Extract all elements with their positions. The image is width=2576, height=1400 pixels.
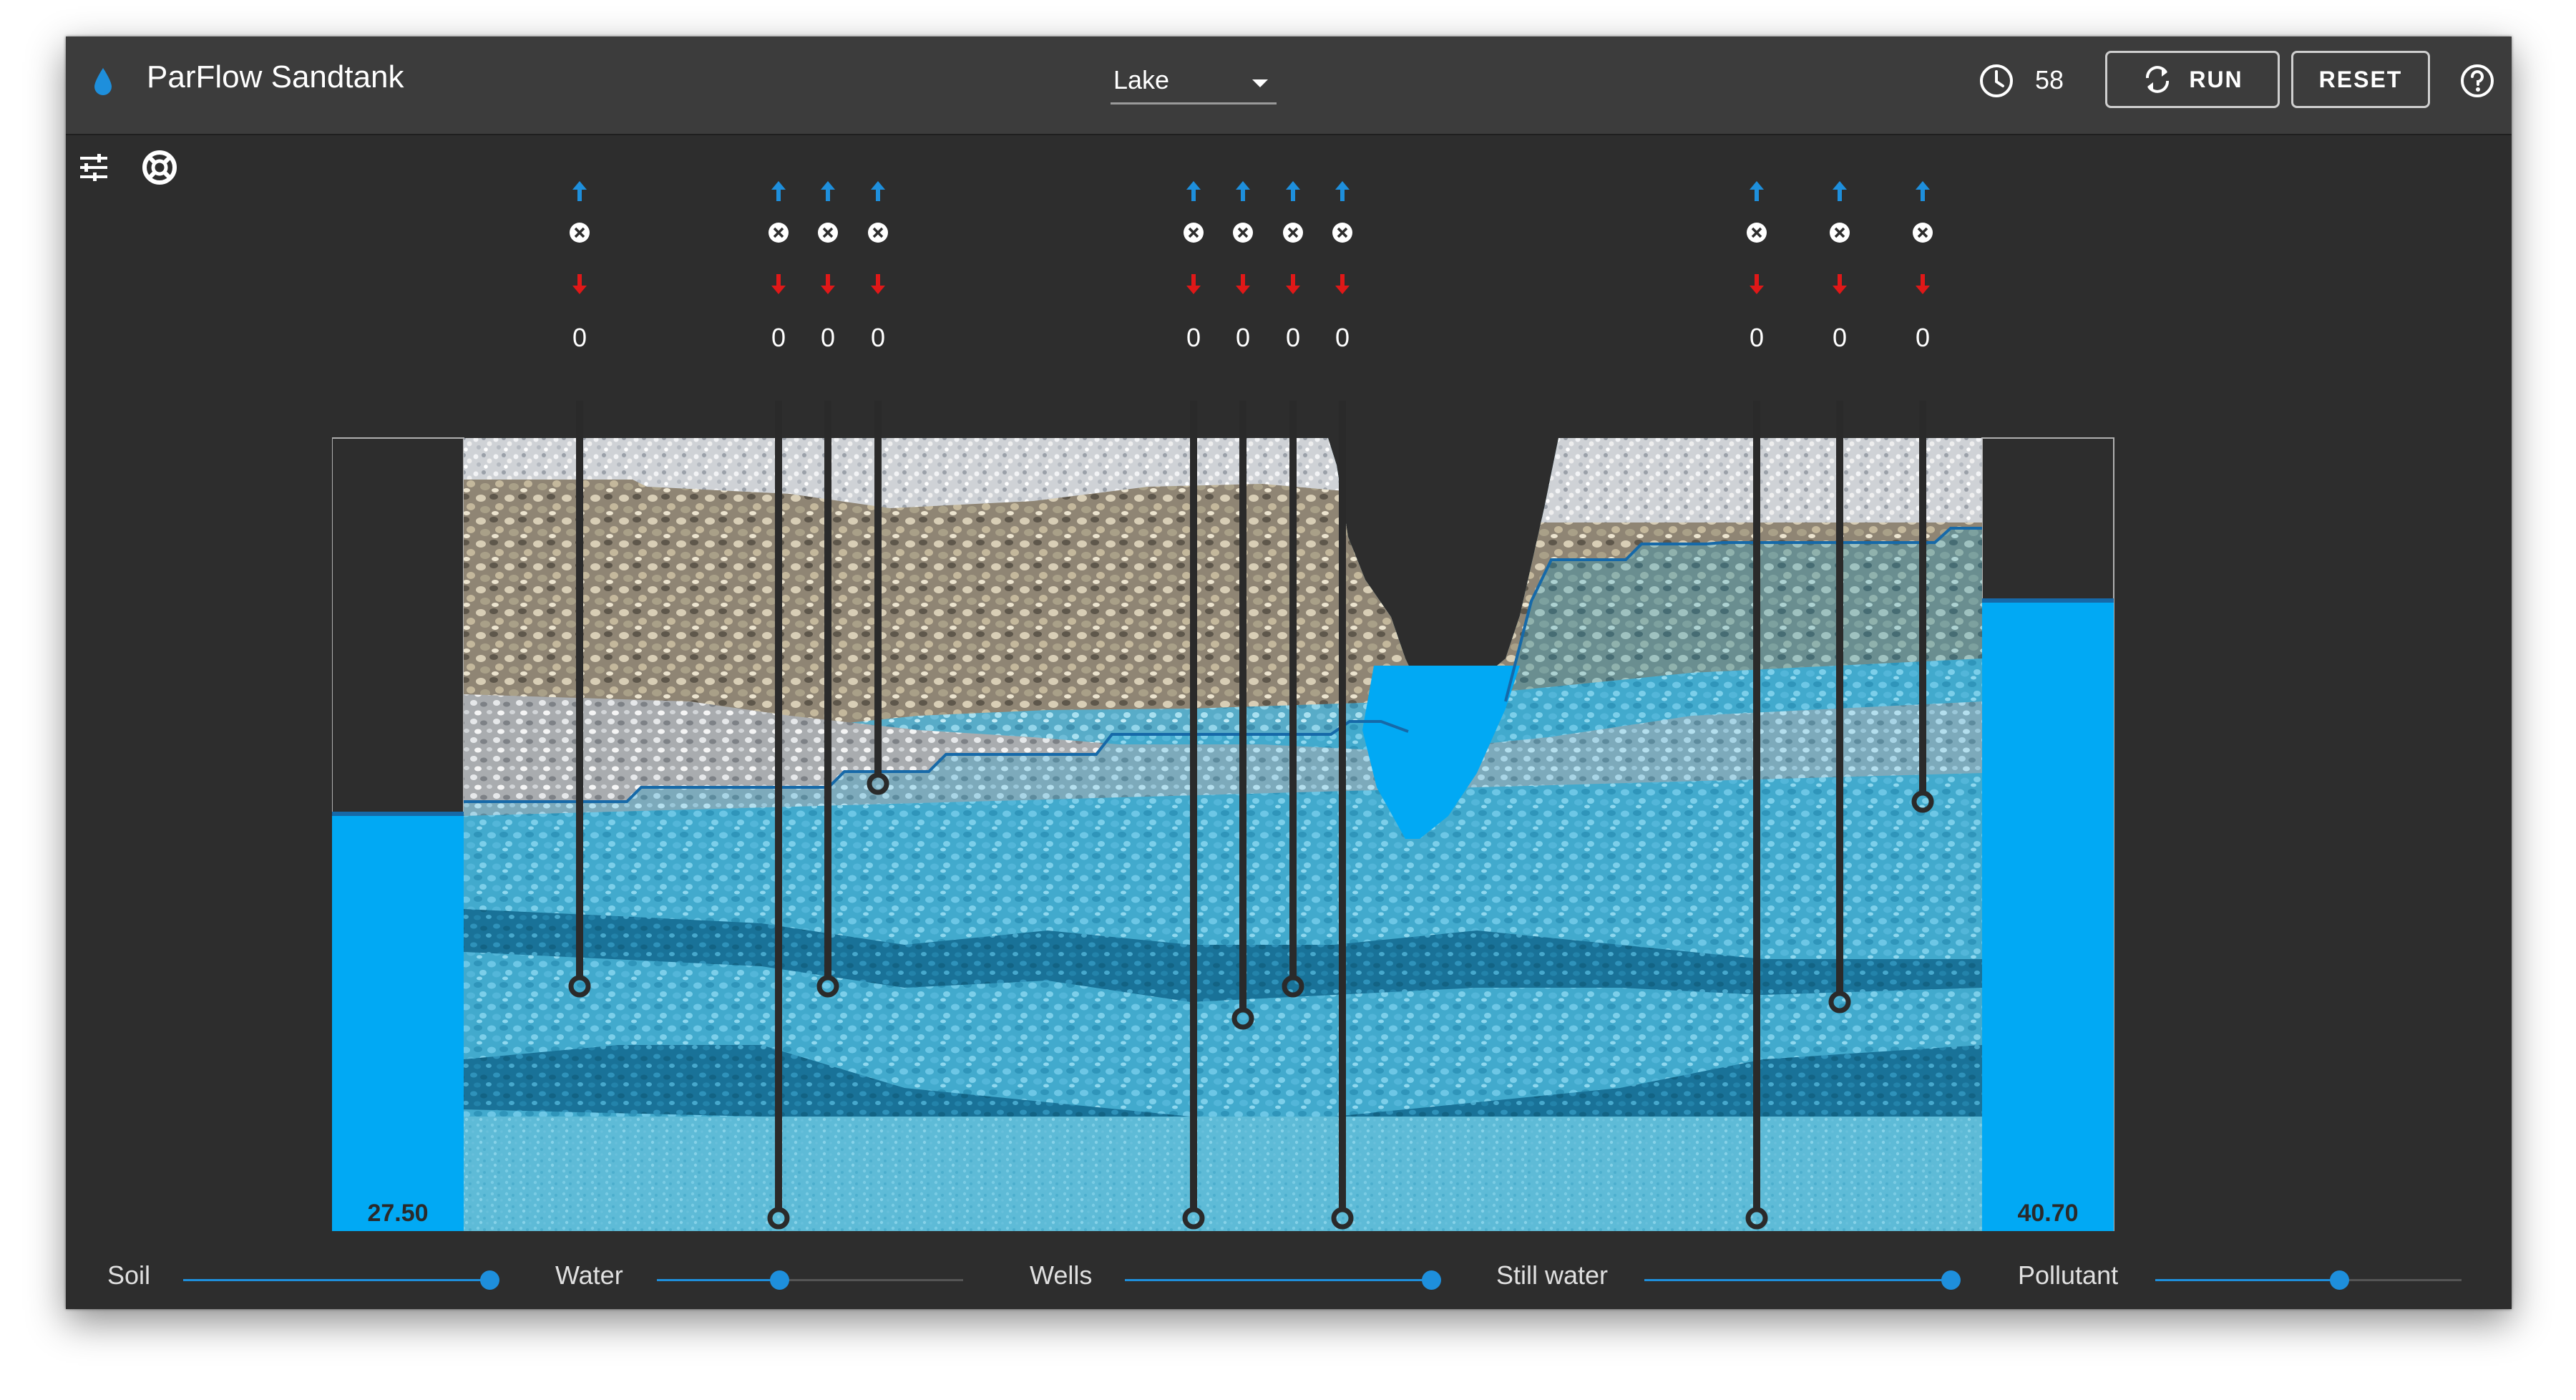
arrow-up-icon[interactable] — [1284, 180, 1302, 203]
arrow-down-icon[interactable] — [1234, 273, 1252, 296]
arrow-down-icon[interactable] — [1334, 273, 1351, 296]
water-drop-icon — [94, 68, 112, 95]
scenario-select[interactable]: Lake — [1111, 58, 1277, 104]
run-button-label: RUN — [2189, 66, 2243, 92]
slider-knob[interactable] — [2329, 1270, 2349, 1290]
help-icon[interactable] — [2459, 62, 2496, 99]
time-value: 58 — [2035, 65, 2064, 94]
arrow-down-icon[interactable] — [1831, 273, 1848, 296]
close-circle-icon[interactable] — [568, 221, 591, 244]
slider-bar: Soil Water Wells Still water Pollutant — [66, 1232, 2512, 1309]
well-count: 0 — [1186, 323, 1201, 352]
slider-label-still-water: Still water — [1496, 1260, 1609, 1290]
arrow-up-icon[interactable] — [1831, 180, 1848, 203]
well-count: 0 — [1832, 323, 1848, 352]
tune-settings-icon[interactable] — [76, 150, 112, 185]
run-button[interactable]: RUN — [2105, 51, 2280, 108]
well-count: 0 — [820, 323, 836, 352]
arrow-down-icon[interactable] — [571, 273, 588, 296]
left-reservoir-water — [332, 815, 464, 1231]
slider-fill — [2155, 1279, 2339, 1281]
slider-label-water: Water — [555, 1260, 623, 1290]
refresh-icon — [2146, 66, 2170, 93]
arrow-up-icon[interactable] — [1334, 180, 1351, 203]
slider-still-water[interactable] — [1644, 1270, 1961, 1290]
slider-pollutant[interactable] — [2155, 1270, 2462, 1290]
close-circle-icon[interactable] — [1828, 221, 1851, 244]
close-circle-icon[interactable] — [767, 221, 790, 244]
right-reservoir-water — [1982, 601, 2114, 1231]
arrow-down-icon[interactable] — [1185, 273, 1202, 296]
slider-label-soil: Soil — [107, 1260, 151, 1290]
slider-fill — [1644, 1279, 1951, 1281]
slider-wells[interactable] — [1125, 1270, 1441, 1290]
arrow-up-icon[interactable] — [1914, 180, 1931, 203]
slider-fill — [183, 1279, 489, 1281]
well-count: 0 — [1335, 323, 1350, 352]
close-circle-icon[interactable] — [1331, 221, 1354, 244]
arrow-down-icon[interactable] — [1284, 273, 1302, 296]
close-circle-icon[interactable] — [816, 221, 839, 244]
arrow-up-icon[interactable] — [770, 180, 787, 203]
sandtank-panel: 27.50 40.70 — [332, 401, 2114, 1231]
well-count: 0 — [572, 323, 587, 352]
slider-knob[interactable] — [1422, 1270, 1441, 1290]
well-count: 0 — [1285, 323, 1301, 352]
slider-soil[interactable] — [183, 1270, 499, 1290]
clock-icon — [1980, 64, 2013, 97]
well-count: 0 — [1915, 323, 1931, 352]
slider-water[interactable] — [657, 1270, 963, 1290]
app-title: ParFlow Sandtank — [147, 59, 404, 94]
slider-fill — [657, 1279, 780, 1281]
close-circle-icon[interactable] — [1911, 221, 1934, 244]
close-circle-icon[interactable] — [1182, 221, 1205, 244]
arrow-down-icon[interactable] — [1748, 273, 1765, 296]
arrow-up-icon[interactable] — [1185, 180, 1202, 203]
reset-button[interactable]: RESET — [2291, 51, 2430, 108]
reset-button-label: RESET — [2318, 66, 2403, 92]
top-toolbar: ParFlow Sandtank Lake 58 RUN RESET — [66, 37, 2512, 135]
right-level-label: 40.70 — [2017, 1200, 2078, 1227]
well-count: 0 — [771, 323, 786, 352]
well-count: 0 — [1235, 323, 1251, 352]
app-window: ParFlow Sandtank Lake 58 RUN RESET 0 0 0… — [66, 37, 2512, 1309]
close-circle-icon[interactable] — [1231, 221, 1254, 244]
arrow-down-icon[interactable] — [819, 273, 836, 296]
close-circle-icon[interactable] — [1745, 221, 1768, 244]
arrow-up-icon[interactable] — [1234, 180, 1252, 203]
arrow-down-icon[interactable] — [1914, 273, 1931, 296]
slider-label-wells: Wells — [1030, 1260, 1093, 1290]
slider-knob[interactable] — [1941, 1270, 1961, 1290]
slider-knob[interactable] — [480, 1270, 499, 1290]
arrow-up-icon[interactable] — [571, 180, 588, 203]
lifebuoy-icon[interactable] — [140, 148, 179, 187]
arrow-up-icon[interactable] — [819, 180, 836, 203]
well-count: 0 — [1749, 323, 1765, 352]
slider-knob[interactable] — [770, 1270, 790, 1290]
arrow-up-icon[interactable] — [869, 180, 887, 203]
slider-label-pollutant: Pollutant — [2018, 1260, 2119, 1290]
close-circle-icon[interactable] — [1282, 221, 1304, 244]
scenario-select-value: Lake — [1113, 65, 1170, 94]
slider-fill — [1125, 1279, 1431, 1281]
left-level-label: 27.50 — [367, 1200, 428, 1227]
arrow-up-icon[interactable] — [1748, 180, 1765, 203]
arrow-down-icon[interactable] — [770, 273, 787, 296]
chevron-down-icon — [1252, 79, 1268, 87]
well-count: 0 — [870, 323, 886, 352]
arrow-down-icon[interactable] — [869, 273, 887, 296]
close-circle-icon[interactable] — [867, 221, 889, 244]
